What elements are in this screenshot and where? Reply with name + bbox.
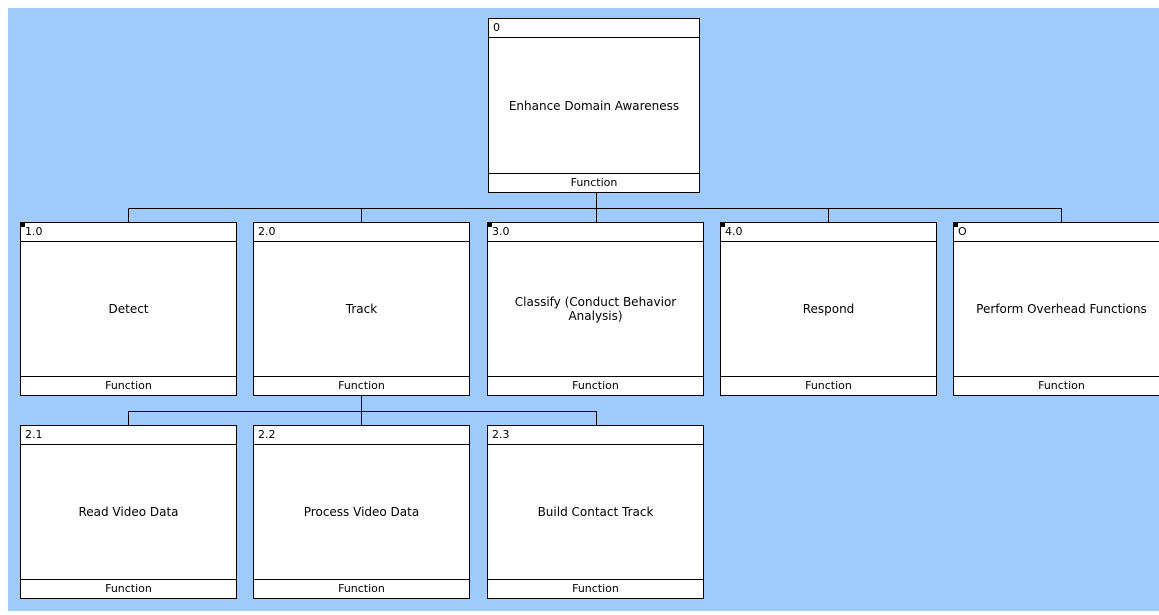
node-id: 2.0	[254, 223, 469, 242]
node-type: Function	[954, 376, 1159, 395]
node-detect[interactable]: 1.0 Detect Function	[20, 222, 237, 396]
node-label: Enhance Domain Awareness	[508, 98, 680, 113]
node-id: 0	[489, 19, 699, 38]
node-respond[interactable]: 4.0 Respond Function	[720, 222, 937, 396]
diagram-canvas: 0 Enhance Domain Awareness Function 1.0 …	[8, 8, 1159, 611]
node-track[interactable]: 2.0 Track Function	[253, 222, 470, 396]
node-type: Function	[254, 376, 469, 395]
node-label: Read Video Data	[78, 505, 179, 519]
node-type: Function	[721, 376, 936, 395]
node-type: Function	[488, 579, 703, 598]
node-process-video-data[interactable]: 2.2 Process Video Data Function	[253, 425, 470, 599]
node-classify[interactable]: 3.0 Classify (Conduct Behavior Analysis)…	[487, 222, 704, 396]
node-label: Process Video Data	[303, 505, 420, 519]
node-label: Detect	[108, 302, 149, 316]
node-id: 1.0	[21, 223, 236, 242]
node-id: O	[954, 223, 1159, 242]
node-read-video-data[interactable]: 2.1 Read Video Data Function	[20, 425, 237, 599]
node-type: Function	[21, 579, 236, 598]
node-id: 3.0	[488, 223, 703, 242]
node-label: Respond	[802, 302, 855, 316]
node-type: Function	[254, 579, 469, 598]
node-build-contact-track[interactable]: 2.3 Build Contact Track Function	[487, 425, 704, 599]
node-label: Build Contact Track	[537, 505, 654, 519]
node-perform-overhead-functions[interactable]: O Perform Overhead Functions Function	[953, 222, 1159, 396]
node-label: Track	[345, 302, 378, 316]
node-label: Classify (Conduct Behavior Analysis)	[514, 295, 677, 323]
node-id: 2.3	[488, 426, 703, 445]
node-label: Perform Overhead Functions	[976, 302, 1147, 316]
node-enhance-domain-awareness[interactable]: 0 Enhance Domain Awareness Function	[488, 18, 700, 193]
node-type: Function	[488, 376, 703, 395]
node-type: Function	[21, 376, 236, 395]
node-id: 2.1	[21, 426, 236, 445]
node-id: 4.0	[721, 223, 936, 242]
node-type: Function	[489, 173, 699, 192]
node-id: 2.2	[254, 426, 469, 445]
